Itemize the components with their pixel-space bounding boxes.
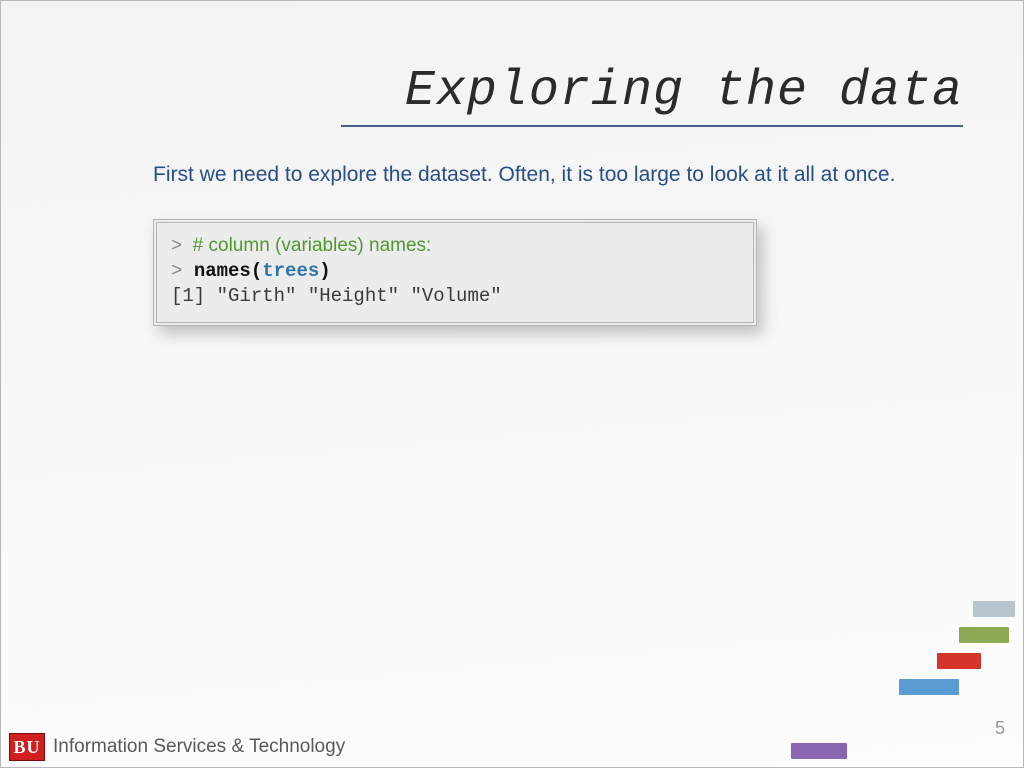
page-number: 5 (995, 718, 1005, 739)
code-arg: trees (262, 260, 319, 282)
footer-org: Information Services & Technology (53, 736, 345, 758)
code-line-comment: > # column (variables) names: (171, 233, 739, 259)
code-line-command: > names(trees) (171, 259, 739, 285)
title-underline (341, 125, 963, 127)
accent-chip-blue (899, 679, 959, 695)
code-output: [1] "Girth" "Height" "Volume" (171, 284, 739, 310)
code-block: > # column (variables) names: > names(tr… (153, 219, 757, 326)
slide: Exploring the data First we need to expl… (0, 0, 1024, 768)
code-func-close: ) (319, 260, 330, 282)
accent-chip-gray (973, 601, 1015, 617)
prompt-symbol: > (171, 235, 182, 256)
code-comment: # column (variables) names: (193, 235, 432, 256)
footer: BU Information Services & Technology (1, 727, 345, 767)
slide-subtitle: First we need to explore the dataset. Of… (153, 163, 895, 187)
accent-chip-red (937, 653, 981, 669)
accent-chip-green (959, 627, 1009, 643)
slide-title: Exploring the data (405, 63, 963, 120)
prompt-symbol: > (171, 260, 182, 282)
code-func: names( (194, 260, 262, 282)
accent-chip-purple (791, 743, 847, 759)
bu-logo: BU (9, 733, 45, 761)
